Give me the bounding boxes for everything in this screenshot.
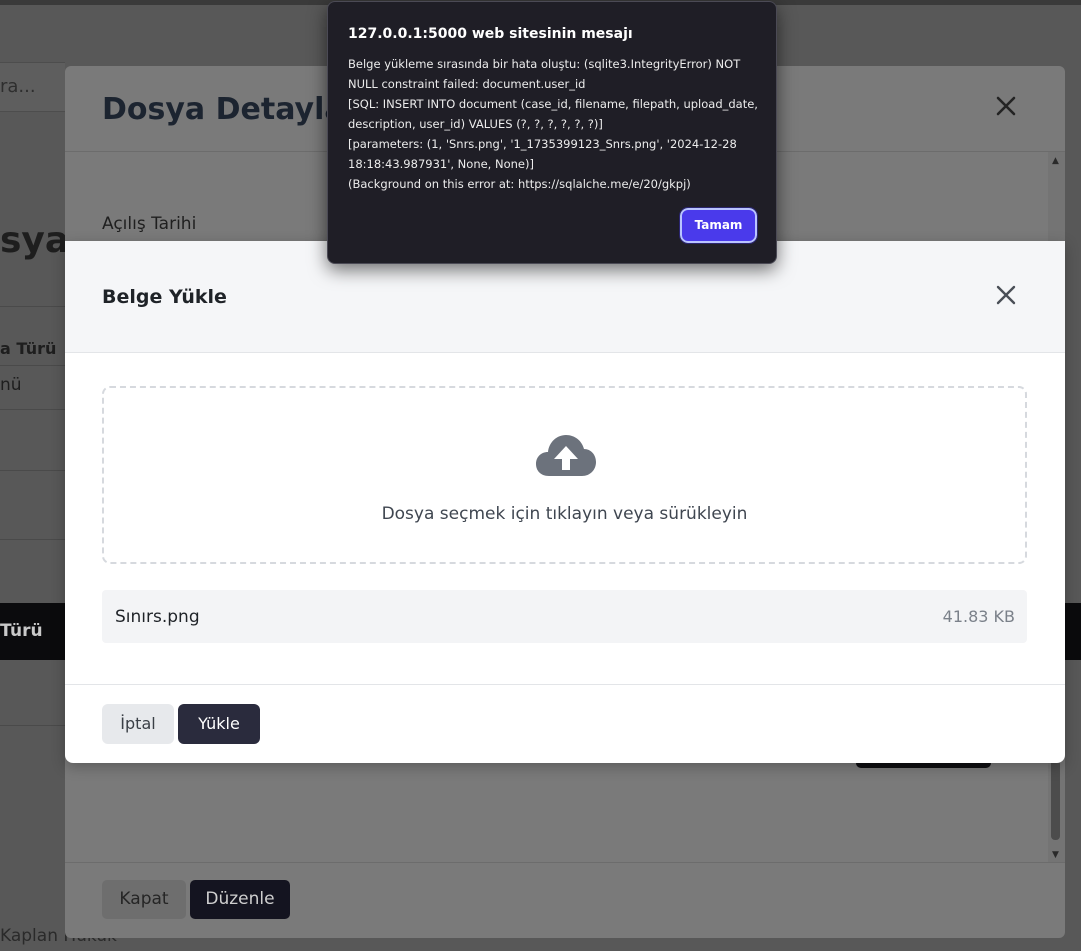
- divider: [0, 365, 65, 366]
- close-icon[interactable]: [993, 282, 1019, 308]
- alert-title: 127.0.0.1:5000 web sitesinin mesajı: [348, 26, 633, 42]
- cloud-upload-icon: [535, 434, 597, 478]
- divider: [0, 470, 65, 471]
- divider: [0, 409, 65, 410]
- cancel-button[interactable]: İptal: [102, 704, 174, 744]
- modal-title: Belge Yükle: [102, 286, 227, 308]
- upload-button[interactable]: Yükle: [178, 704, 260, 744]
- close-icon[interactable]: [992, 92, 1020, 120]
- file-size: 41.83 KB: [942, 607, 1015, 626]
- divider: [0, 725, 65, 726]
- scroll-up-arrow-icon[interactable]: ▲: [1052, 156, 1059, 166]
- close-button[interactable]: Kapat: [102, 880, 186, 919]
- browser-alert-dialog: 127.0.0.1:5000 web sitesinin mesajı Belg…: [327, 1, 777, 264]
- selected-file-item: Sınırs.png 41.83 KB: [102, 590, 1027, 643]
- file-dropzone[interactable]: Dosya seçmek için tıklayın veya sürükley…: [102, 386, 1027, 564]
- file-name: Sınırs.png: [115, 607, 200, 627]
- divider: [0, 539, 65, 540]
- search-input: ra...: [0, 62, 65, 112]
- modal-footer: İptal Yükle: [65, 684, 1065, 763]
- table-column-header: a Türü: [0, 339, 57, 358]
- field-label: Açılış Tarihi: [102, 214, 197, 234]
- modal-footer: Kapat Düzenle: [65, 862, 1065, 938]
- table-column-header: Türü: [0, 621, 43, 641]
- edit-button[interactable]: Düzenle: [190, 880, 290, 919]
- scroll-down-arrow-icon[interactable]: ▼: [1052, 850, 1059, 860]
- alert-message: Belge yükleme sırasında bir hata oluştu:…: [348, 57, 758, 191]
- table-cell: nü: [0, 375, 22, 395]
- page-title: sya: [0, 220, 70, 261]
- upload-document-modal: Belge Yükle Dosya seçmek için tıklayın v…: [65, 241, 1065, 763]
- alert-ok-button[interactable]: Tamam: [679, 207, 758, 244]
- divider: [0, 306, 65, 307]
- scrollbar-thumb[interactable]: [1051, 752, 1060, 840]
- dropzone-instruction: Dosya seçmek için tıklayın veya sürükley…: [381, 504, 748, 524]
